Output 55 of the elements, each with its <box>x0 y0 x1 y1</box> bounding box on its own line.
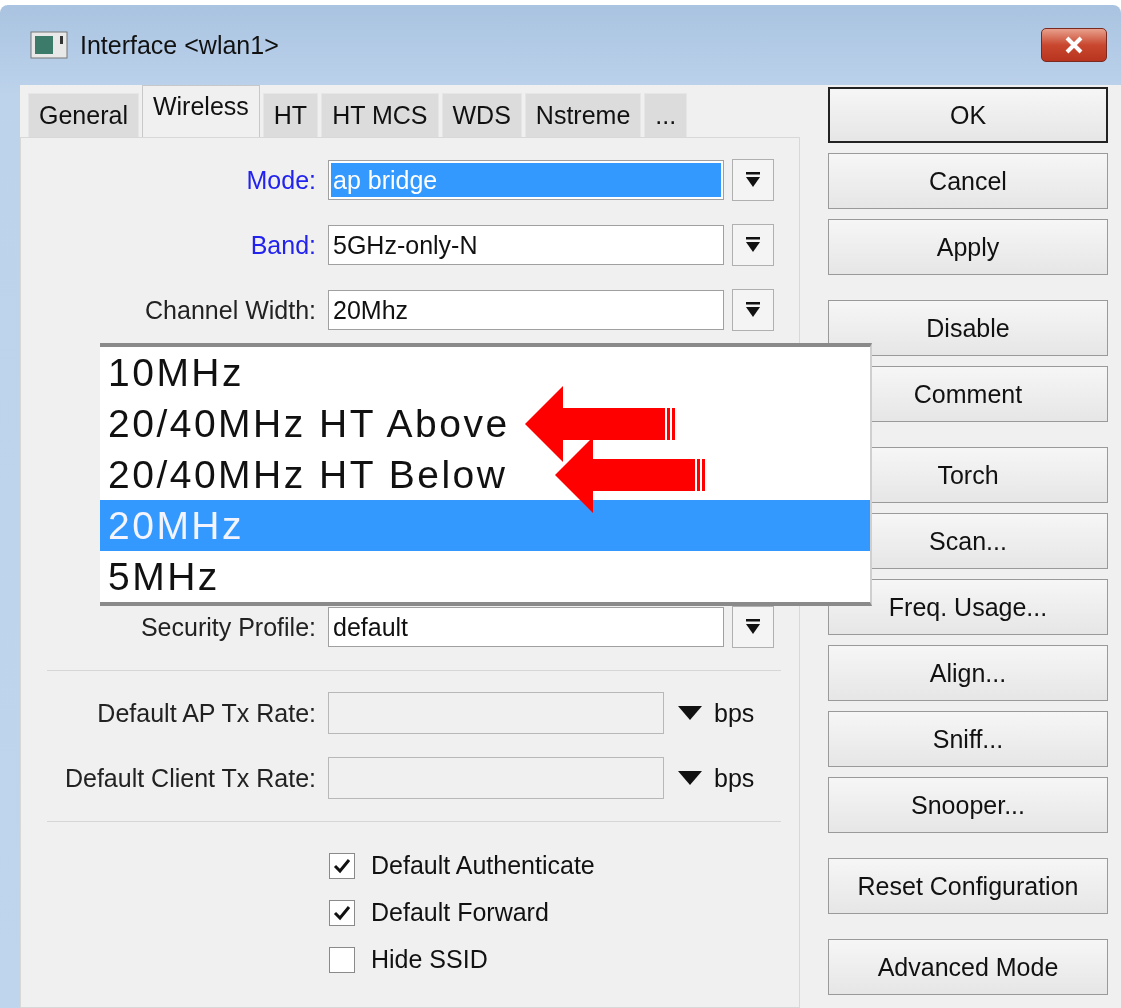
select-field[interactable]: 20Mhz <box>328 290 724 330</box>
close-button[interactable] <box>1041 28 1107 62</box>
dialog-button[interactable]: Sniff... <box>828 711 1108 767</box>
select-field[interactable]: 5GHz-only-N <box>328 225 724 265</box>
checkbox[interactable] <box>329 899 355 926</box>
checkmark-icon <box>333 857 351 874</box>
dropdown-button[interactable] <box>732 606 774 648</box>
dialog-button[interactable]: Align... <box>828 645 1108 701</box>
field-value: default <box>332 611 410 643</box>
dialog-button[interactable]: Advanced Mode <box>828 939 1108 995</box>
field-label: Channel Width: <box>144 295 316 325</box>
field-label: Default AP Tx Rate: <box>96 698 316 728</box>
field-label: Security Profile: <box>139 612 316 642</box>
tab[interactable]: WDS <box>441 93 522 137</box>
field-label: Mode: <box>245 165 316 195</box>
field-label: Band: <box>249 230 316 260</box>
tab[interactable]: General <box>28 93 139 137</box>
tab[interactable]: Nstreme <box>524 93 642 137</box>
dialog-button[interactable]: Disable <box>828 300 1108 356</box>
dropdown-button[interactable] <box>732 224 774 266</box>
checkbox[interactable] <box>329 946 355 973</box>
window-icon <box>30 31 68 59</box>
checkbox-label: Hide SSID <box>371 945 488 974</box>
tab[interactable]: ... <box>644 93 688 137</box>
field-value: 20Mhz <box>332 294 410 326</box>
close-icon <box>1064 36 1084 54</box>
tab[interactable]: Wireless <box>141 85 260 137</box>
checkmark-icon <box>333 904 351 921</box>
tab[interactable]: HT MCS <box>321 93 439 137</box>
dropdown-button[interactable] <box>732 289 774 331</box>
dropdown-arrow-icon[interactable] <box>678 706 702 720</box>
unit-label: bps <box>714 763 755 793</box>
dialog-button[interactable]: Freq. Usage... <box>828 579 1108 635</box>
dialog-button[interactable]: Apply <box>828 219 1108 275</box>
dropdown-arrow-icon <box>745 171 761 189</box>
rate-field[interactable] <box>328 692 664 734</box>
field-label: Default Client Tx Rate: <box>63 763 316 793</box>
dialog-button[interactable]: Cancel <box>828 153 1108 209</box>
checkbox-label: Default Authenticate <box>371 851 595 880</box>
dropdown-button[interactable] <box>732 159 774 201</box>
dropdown-arrow-icon <box>745 618 761 636</box>
window-title: Interface <wlan1> <box>80 30 280 60</box>
field-value: 5GHz-only-N <box>332 229 479 261</box>
dropdown-arrow-icon <box>745 301 761 319</box>
unit-label: bps <box>714 698 755 728</box>
select-field[interactable]: default <box>328 607 724 647</box>
dialog-button[interactable]: OK <box>828 87 1108 143</box>
tab[interactable]: HT <box>262 93 319 137</box>
dialog-button[interactable]: Snooper... <box>828 777 1108 833</box>
checkbox-label: Default Forward <box>371 898 549 927</box>
dropdown-arrow-icon <box>745 236 761 254</box>
dialog-button[interactable]: Reset Configuration <box>828 858 1108 914</box>
rate-field[interactable] <box>328 757 664 799</box>
dropdown-arrow-icon[interactable] <box>678 771 702 785</box>
checkbox[interactable] <box>329 852 355 879</box>
